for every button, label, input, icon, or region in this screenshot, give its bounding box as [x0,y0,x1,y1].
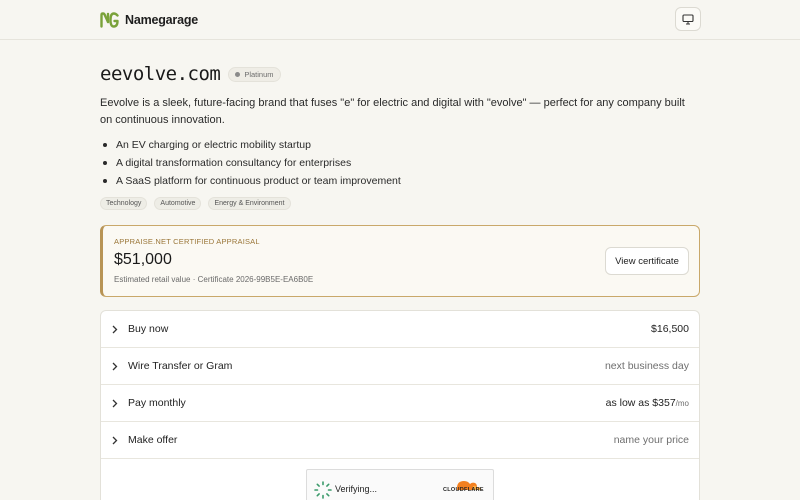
option-value: as low as $357 [605,397,676,409]
option-value: name your price [613,434,689,446]
option-make-offer[interactable]: Make offer name your price [101,422,699,459]
chevron-right-icon [112,324,122,334]
use-case-item: A digital transformation consultancy for… [100,154,401,172]
chevron-right-icon [112,398,122,408]
option-label: Make offer [128,434,178,446]
use-case-text: A SaaS platform for continuous product o… [116,175,401,187]
appraisal-meta: Estimated retail value · Certificate 202… [114,275,314,284]
appraisal-card: APPRAISE.NET CERTIFIED APPRAISAL $51,000… [100,225,700,297]
bullet-icon [103,179,107,183]
option-unit: /mo [675,398,689,408]
purchase-options: Buy now $16,500 Wire Transfer or Gram ne… [100,310,700,500]
category-tag[interactable]: Technology [100,197,148,210]
tier-badge: Platinum [228,66,281,82]
chevron-right-icon [112,435,122,445]
use-case-item: A SaaS platform for continuous product o… [100,172,401,190]
use-case-text: An EV charging or electric mobility star… [116,139,311,151]
bullet-icon [103,143,107,147]
option-value: next business day [604,360,689,372]
option-pay-monthly[interactable]: Pay monthly as low as $357/mo [101,385,699,422]
display-mode-button[interactable] [675,7,701,31]
category-tags: Technology Automotive Energy & Environme… [100,197,291,210]
ng-logo-icon [100,11,119,28]
brand-logo[interactable]: Namegarage [100,11,199,28]
option-label: Pay monthly [128,397,186,409]
view-certificate-button[interactable]: View certificate [605,247,689,275]
option-label: Buy now [128,323,169,335]
domain-header: eevolve.com Platinum [100,63,281,85]
chevron-right-icon [112,361,122,371]
spinner-icon [314,481,332,499]
top-bar: Namegarage [0,0,800,40]
category-tag[interactable]: Energy & Environment [208,197,291,210]
cloudflare-wordmark: CLOUDFLARE [443,487,484,493]
option-label: Wire Transfer or Gram [128,360,233,372]
monitor-icon [682,13,694,25]
domain-description: Eevolve is a sleek, future-facing brand … [100,97,685,126]
use-case-list: An EV charging or electric mobility star… [100,136,401,190]
tier-dot-icon [235,71,241,77]
bullet-icon [103,161,107,165]
category-tag[interactable]: Automotive [154,197,202,210]
domain-name: eevolve.com [100,63,221,85]
use-case-item: An EV charging or electric mobility star… [100,136,401,154]
appraisal-value: $51,000 [114,251,172,268]
appraisal-label: APPRAISE.NET CERTIFIED APPRAISAL [114,237,260,246]
captcha-widget[interactable]: Verifying... CLOUDFLARE [306,469,494,500]
option-value: $16,500 [651,323,689,335]
option-buy-now[interactable]: Buy now $16,500 [101,311,699,348]
brand-name: Namegarage [125,12,199,27]
captcha-status: Verifying... [335,484,378,494]
option-wire-transfer[interactable]: Wire Transfer or Gram next business day [101,348,699,385]
tier-label: Platinum [244,69,274,79]
use-case-text: A digital transformation consultancy for… [116,157,352,169]
